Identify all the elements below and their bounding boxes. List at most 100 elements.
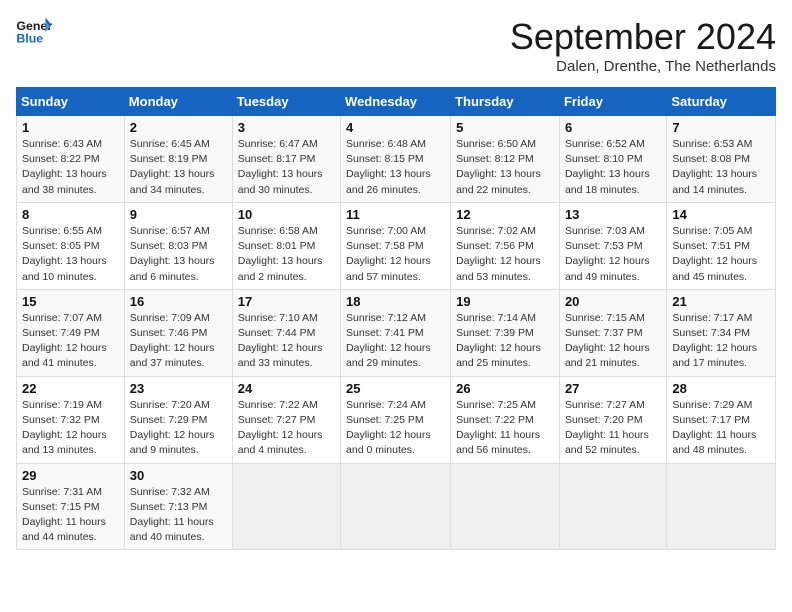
day-number: 3 (238, 120, 335, 135)
title-block: September 2024 Dalen, Drenthe, The Nethe… (510, 16, 776, 75)
day-number: 23 (130, 381, 227, 396)
calendar-cell: 21 Sunrise: 7:17 AMSunset: 7:34 PMDayligh… (667, 289, 776, 376)
location-subtitle: Dalen, Drenthe, The Netherlands (510, 58, 776, 75)
day-info: Sunrise: 7:15 AMSunset: 7:37 PMDaylight:… (565, 311, 661, 372)
calendar-table: SundayMondayTuesdayWednesdayThursdayFrid… (16, 87, 776, 550)
day-info: Sunrise: 7:19 AMSunset: 7:32 PMDaylight:… (22, 398, 119, 459)
day-info: Sunrise: 7:14 AMSunset: 7:39 PMDaylight:… (456, 311, 554, 372)
day-info: Sunrise: 7:07 AMSunset: 7:49 PMDaylight:… (22, 311, 119, 372)
day-info: Sunrise: 7:17 AMSunset: 7:34 PMDaylight:… (672, 311, 770, 372)
day-number: 19 (456, 294, 554, 309)
calendar-cell: 16 Sunrise: 7:09 AMSunset: 7:46 PMDayligh… (124, 289, 232, 376)
weekday-header-cell: Wednesday (341, 88, 451, 116)
calendar-cell: 12 Sunrise: 7:02 AMSunset: 7:56 PMDayligh… (451, 202, 560, 289)
day-info: Sunrise: 6:45 AMSunset: 8:19 PMDaylight:… (130, 137, 227, 198)
day-number: 17 (238, 294, 335, 309)
day-number: 2 (130, 120, 227, 135)
weekday-header-cell: Saturday (667, 88, 776, 116)
day-number: 6 (565, 120, 661, 135)
day-info: Sunrise: 6:52 AMSunset: 8:10 PMDaylight:… (565, 137, 661, 198)
calendar-cell (451, 463, 560, 550)
day-number: 4 (346, 120, 445, 135)
day-number: 25 (346, 381, 445, 396)
day-number: 28 (672, 381, 770, 396)
day-info: Sunrise: 7:12 AMSunset: 7:41 PMDaylight:… (346, 311, 445, 372)
calendar-cell: 20 Sunrise: 7:15 AMSunset: 7:37 PMDayligh… (559, 289, 666, 376)
day-info: Sunrise: 6:57 AMSunset: 8:03 PMDaylight:… (130, 224, 227, 285)
day-number: 12 (456, 207, 554, 222)
svg-text:Blue: Blue (16, 31, 43, 45)
calendar-cell: 27Sunrise: 7:27 AMSunset: 7:20 PMDayligh… (559, 376, 666, 463)
weekday-header-cell: Tuesday (232, 88, 340, 116)
calendar-cell (232, 463, 340, 550)
day-info: Sunrise: 7:22 AMSunset: 7:27 PMDaylight:… (238, 398, 335, 459)
day-number: 15 (22, 294, 119, 309)
day-number: 21 (672, 294, 770, 309)
calendar-week-row: 1 Sunrise: 6:43 AMSunset: 8:22 PMDaylight… (17, 116, 776, 203)
day-info: Sunrise: 7:00 AMSunset: 7:58 PMDaylight:… (346, 224, 445, 285)
day-number: 26 (456, 381, 554, 396)
day-info: Sunrise: 7:20 AMSunset: 7:29 PMDaylight:… (130, 398, 227, 459)
calendar-cell: 29Sunrise: 7:31 AMSunset: 7:15 PMDayligh… (17, 463, 125, 550)
calendar-cell (667, 463, 776, 550)
day-number: 16 (130, 294, 227, 309)
calendar-cell: 8Sunrise: 6:55 AMSunset: 8:05 PMDaylight… (17, 202, 125, 289)
calendar-week-row: 29Sunrise: 7:31 AMSunset: 7:15 PMDayligh… (17, 463, 776, 550)
day-number: 8 (22, 207, 119, 222)
day-info: Sunrise: 6:43 AMSunset: 8:22 PMDaylight:… (22, 137, 119, 198)
calendar-week-row: 22 Sunrise: 7:19 AMSunset: 7:32 PMDayligh… (17, 376, 776, 463)
day-number: 30 (130, 468, 227, 483)
page-header: General Blue September 2024 Dalen, Drent… (16, 16, 776, 75)
day-number: 22 (22, 381, 119, 396)
day-info: Sunrise: 7:03 AMSunset: 7:53 PMDaylight:… (565, 224, 661, 285)
calendar-week-row: 8Sunrise: 6:55 AMSunset: 8:05 PMDaylight… (17, 202, 776, 289)
calendar-cell: 7 Sunrise: 6:53 AMSunset: 8:08 PMDaylight… (667, 116, 776, 203)
weekday-header-cell: Monday (124, 88, 232, 116)
calendar-cell: 3 Sunrise: 6:47 AMSunset: 8:17 PMDaylight… (232, 116, 340, 203)
calendar-cell: 9 Sunrise: 6:57 AMSunset: 8:03 PMDaylight… (124, 202, 232, 289)
day-info: Sunrise: 7:25 AMSunset: 7:22 PMDaylight:… (456, 398, 554, 459)
day-info: Sunrise: 7:02 AMSunset: 7:56 PMDaylight:… (456, 224, 554, 285)
day-number: 18 (346, 294, 445, 309)
day-info: Sunrise: 6:48 AMSunset: 8:15 PMDaylight:… (346, 137, 445, 198)
month-title: September 2024 (510, 16, 776, 58)
calendar-cell: 19 Sunrise: 7:14 AMSunset: 7:39 PMDayligh… (451, 289, 560, 376)
calendar-cell: 11 Sunrise: 7:00 AMSunset: 7:58 PMDayligh… (341, 202, 451, 289)
calendar-week-row: 15 Sunrise: 7:07 AMSunset: 7:49 PMDayligh… (17, 289, 776, 376)
calendar-cell: 13 Sunrise: 7:03 AMSunset: 7:53 PMDayligh… (559, 202, 666, 289)
calendar-cell: 24Sunrise: 7:22 AMSunset: 7:27 PMDayligh… (232, 376, 340, 463)
calendar-cell: 5 Sunrise: 6:50 AMSunset: 8:12 PMDaylight… (451, 116, 560, 203)
day-info: Sunrise: 7:29 AMSunset: 7:17 PMDaylight:… (672, 398, 770, 459)
calendar-cell: 22 Sunrise: 7:19 AMSunset: 7:32 PMDayligh… (17, 376, 125, 463)
weekday-header-row: SundayMondayTuesdayWednesdayThursdayFrid… (17, 88, 776, 116)
day-info: Sunrise: 6:53 AMSunset: 8:08 PMDaylight:… (672, 137, 770, 198)
calendar-cell: 4 Sunrise: 6:48 AMSunset: 8:15 PMDaylight… (341, 116, 451, 203)
logo-icon: General Blue (16, 16, 52, 46)
logo: General Blue (16, 16, 52, 46)
calendar-cell: 26 Sunrise: 7:25 AMSunset: 7:22 PMDayligh… (451, 376, 560, 463)
weekday-header-cell: Friday (559, 88, 666, 116)
day-number: 13 (565, 207, 661, 222)
day-info: Sunrise: 6:50 AMSunset: 8:12 PMDaylight:… (456, 137, 554, 198)
calendar-cell: 14Sunrise: 7:05 AMSunset: 7:51 PMDayligh… (667, 202, 776, 289)
calendar-cell: 28 Sunrise: 7:29 AMSunset: 7:17 PMDayligh… (667, 376, 776, 463)
day-number: 9 (130, 207, 227, 222)
day-number: 11 (346, 207, 445, 222)
day-number: 5 (456, 120, 554, 135)
calendar-cell: 1 Sunrise: 6:43 AMSunset: 8:22 PMDaylight… (17, 116, 125, 203)
day-info: Sunrise: 7:24 AMSunset: 7:25 PMDaylight:… (346, 398, 445, 459)
day-info: Sunrise: 7:32 AMSunset: 7:13 PMDaylight:… (130, 485, 227, 546)
day-number: 20 (565, 294, 661, 309)
day-number: 7 (672, 120, 770, 135)
calendar-cell: 17 Sunrise: 7:10 AMSunset: 7:44 PMDayligh… (232, 289, 340, 376)
day-info: Sunrise: 7:05 AMSunset: 7:51 PMDaylight:… (672, 224, 770, 285)
calendar-body: 1 Sunrise: 6:43 AMSunset: 8:22 PMDaylight… (17, 116, 776, 550)
calendar-cell: 6 Sunrise: 6:52 AMSunset: 8:10 PMDaylight… (559, 116, 666, 203)
day-info: Sunrise: 6:47 AMSunset: 8:17 PMDaylight:… (238, 137, 335, 198)
calendar-cell: 2 Sunrise: 6:45 AMSunset: 8:19 PMDaylight… (124, 116, 232, 203)
day-number: 27 (565, 381, 661, 396)
day-number: 1 (22, 120, 119, 135)
day-info: Sunrise: 7:09 AMSunset: 7:46 PMDaylight:… (130, 311, 227, 372)
day-info: Sunrise: 7:10 AMSunset: 7:44 PMDaylight:… (238, 311, 335, 372)
weekday-header-cell: Thursday (451, 88, 560, 116)
